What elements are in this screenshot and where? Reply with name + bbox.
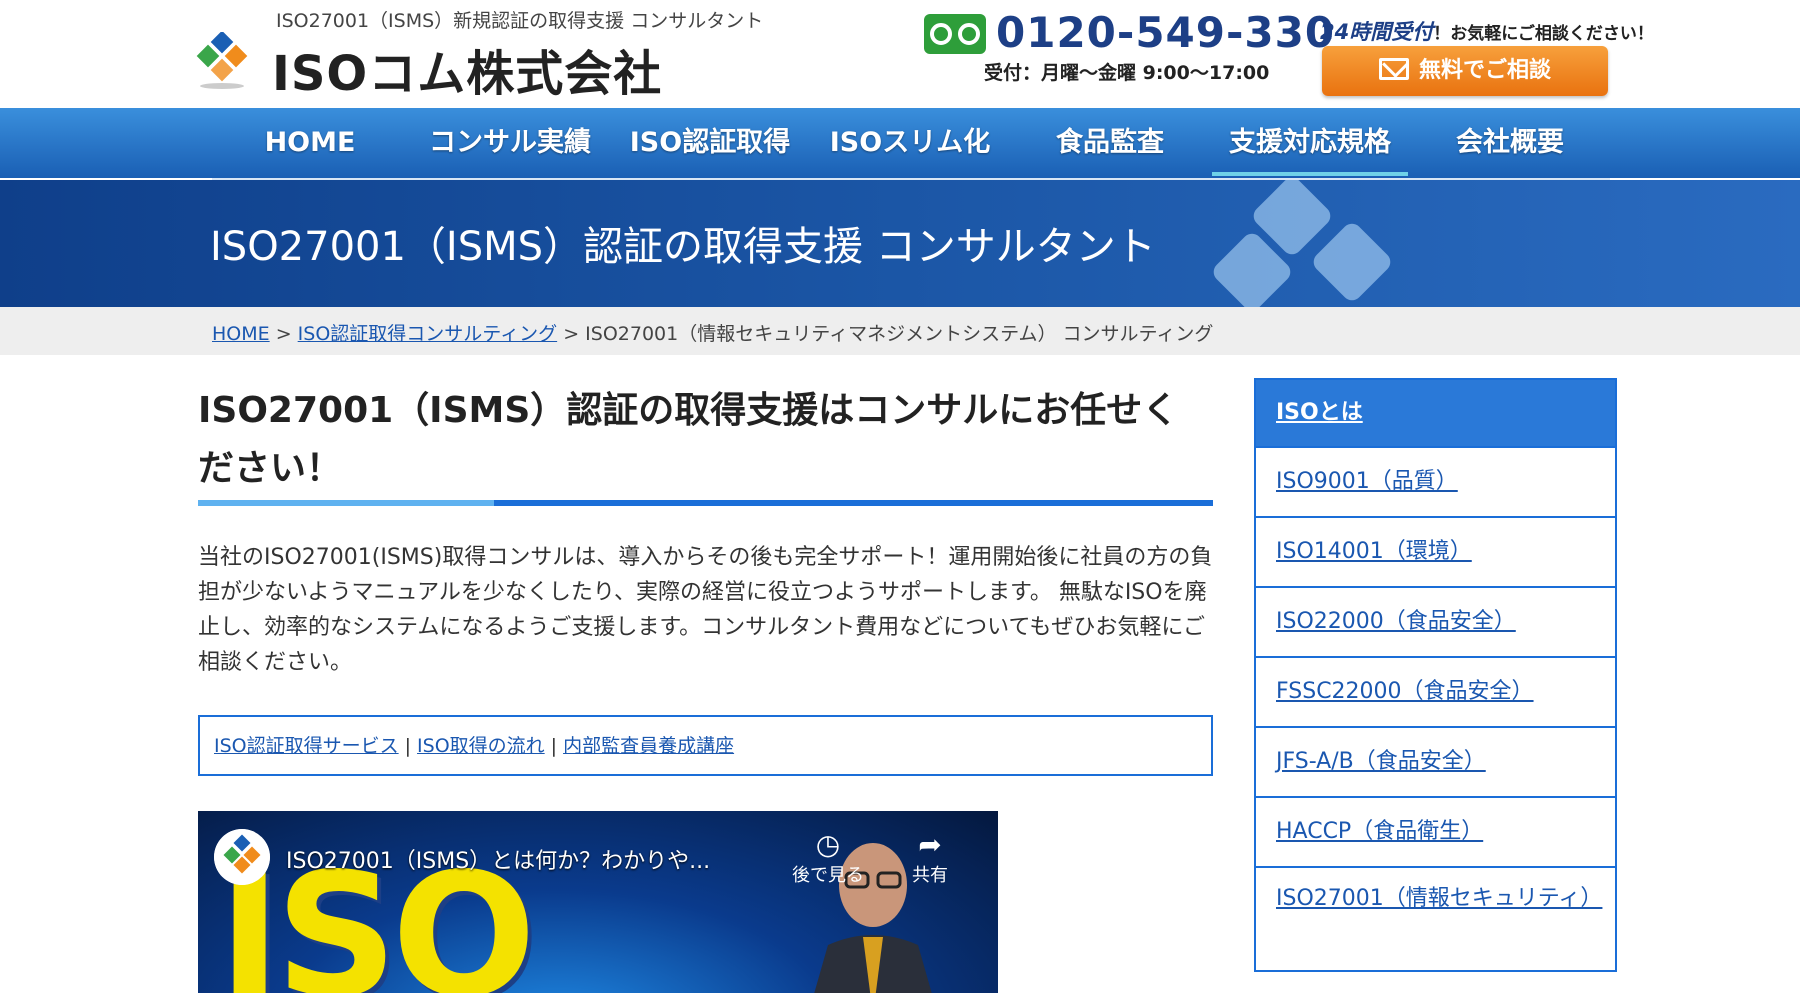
nav-iso-certification[interactable]: ISO認証取得: [612, 108, 808, 178]
tel-number[interactable]: 0120-549-330: [996, 8, 1335, 57]
sidebar-item-jfs[interactable]: JFS-A/B（食品安全）: [1254, 728, 1617, 798]
breadcrumb-home[interactable]: HOME: [212, 323, 270, 345]
freedial-icon: [924, 14, 986, 54]
sidebar-heading[interactable]: ISOとは: [1254, 378, 1617, 448]
reception-24h: 24時間受付: [1320, 20, 1434, 44]
nav-consult-results[interactable]: コンサル実績: [412, 108, 608, 178]
sidebar-item-label: ISO22000（食品安全）: [1276, 609, 1516, 634]
sidebar-item-fssc22000[interactable]: FSSC22000（食品安全）: [1254, 658, 1617, 728]
breadcrumb: HOME > ISO認証取得コンサルティング > ISO27001（情報セキュリ…: [212, 319, 1213, 346]
page-title: ISO27001（ISMS）認証の取得支援はコンサルにお任せください！: [198, 390, 1179, 489]
free-consult-button[interactable]: 無料でご相談: [1322, 46, 1608, 96]
sidebar-item-label: ISO9001（品質）: [1276, 469, 1458, 494]
link-certification-service[interactable]: ISO認証取得サービス: [214, 735, 399, 757]
breadcrumb-current: ISO27001（情報セキュリティマネジメントシステム） コンサルティング: [585, 323, 1214, 345]
sidebar-item-iso14001[interactable]: ISO14001（環境）: [1254, 518, 1617, 588]
channel-avatar-icon[interactable]: [214, 829, 270, 885]
reception-text: ！お気軽にご相談ください！: [1433, 24, 1654, 44]
nav-food-audit[interactable]: 食品監査: [1012, 108, 1208, 178]
sidebar-item-label: ISO27001（情報セキュリティ）: [1276, 886, 1603, 911]
site-header: ISO27001（ISMS）新規認証の取得支援 コンサルタント ISOコム株式会…: [0, 0, 1800, 108]
reception-note: 24時間受付！お気軽にご相談ください！: [1320, 16, 1654, 46]
heading-underline: [198, 500, 1213, 506]
nav-iso-slim[interactable]: ISOスリム化: [812, 108, 1008, 178]
intro-text: 当社のISO27001(ISMS)取得コンサルは、導入からその後も完全サポート！…: [198, 545, 1213, 675]
link-separator: |: [550, 735, 558, 757]
sidebar-item-iso27001[interactable]: ISO27001（情報セキュリティ）: [1254, 868, 1617, 972]
breadcrumb-parent[interactable]: ISO認証取得コンサルティング: [298, 323, 557, 345]
sidebar-item-iso22000[interactable]: ISO22000（食品安全）: [1254, 588, 1617, 658]
link-internal-auditor-course[interactable]: 内部監査員養成講座: [563, 735, 734, 757]
link-separator: |: [404, 735, 412, 757]
breadcrumb-separator: >: [563, 323, 580, 345]
nav-supported-standards[interactable]: 支援対応規格: [1212, 108, 1408, 178]
watch-later-label: 後で見る: [792, 865, 864, 886]
share-button[interactable]: ➦ 共有: [890, 829, 970, 887]
service-links: ISO認証取得サービス | ISO取得の流れ | 内部監査員養成講座: [198, 715, 1213, 776]
clock-icon: ◷: [815, 828, 841, 861]
breadcrumb-bar: HOME > ISO認証取得コンサルティング > ISO27001（情報セキュリ…: [0, 307, 1800, 355]
sidebar-item-haccp[interactable]: HACCP（食品衛生）: [1254, 798, 1617, 868]
sidebar: ISOとは ISO9001（品質） ISO14001（環境） ISO22000（…: [1254, 378, 1617, 972]
nav-company[interactable]: 会社概要: [1412, 108, 1608, 178]
banner-decoration: [1309, 219, 1395, 305]
company-name[interactable]: ISOコム株式会社: [272, 34, 662, 104]
share-label: 共有: [912, 865, 948, 886]
sidebar-item-label: ISO14001（環境）: [1276, 539, 1472, 564]
sidebar-item-iso9001[interactable]: ISO9001（品質）: [1254, 448, 1617, 518]
youtube-video-embed[interactable]: ISO ISO27001（ISMS）とは何か？わかりや... ◷ 後で見る ➦ …: [198, 811, 998, 993]
isocom-logo-icon[interactable]: [196, 32, 248, 90]
page-banner: ISO27001（ISMS）認証の取得支援 コンサルタント: [0, 180, 1800, 307]
global-nav: HOME コンサル実績 ISO認証取得 ISOスリム化 食品監査 支援対応規格 …: [0, 108, 1800, 178]
sidebar-item-label: FSSC22000（食品安全）: [1276, 679, 1534, 704]
free-consult-label: 無料でご相談: [1418, 58, 1551, 83]
sidebar-item-label: HACCP（食品衛生）: [1276, 819, 1484, 844]
tel-hours: 受付：月曜〜金曜 9:00〜17:00: [984, 62, 1270, 84]
header-tagline: ISO27001（ISMS）新規認証の取得支援 コンサルタント: [276, 10, 764, 32]
sidebar-heading-label: ISOとは: [1276, 400, 1363, 425]
nav-home[interactable]: HOME: [236, 108, 384, 178]
mail-icon: [1378, 58, 1409, 80]
banner-title: ISO27001（ISMS）認証の取得支援 コンサルタント: [210, 224, 1156, 270]
share-icon: ➦: [918, 828, 942, 861]
watch-later-button[interactable]: ◷ 後で見る: [788, 829, 868, 887]
breadcrumb-separator: >: [275, 323, 292, 345]
video-title[interactable]: ISO27001（ISMS）とは何か？わかりや...: [286, 843, 710, 875]
link-certification-flow[interactable]: ISO取得の流れ: [417, 735, 545, 757]
sidebar-item-label: JFS-A/B（食品安全）: [1276, 749, 1486, 774]
